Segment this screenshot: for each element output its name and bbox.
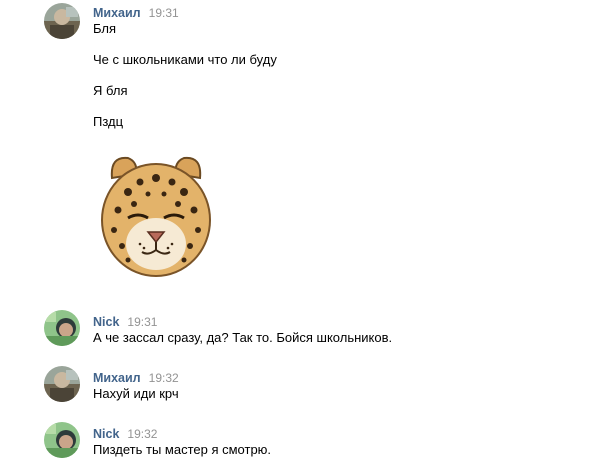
message-header: Михаил 19:32 bbox=[93, 369, 179, 385]
avatar-mikhail[interactable] bbox=[44, 366, 80, 402]
author-name[interactable]: Михаил bbox=[93, 371, 141, 385]
leopard-sticker-icon bbox=[101, 156, 211, 277]
message-header: Михаил 19:31 bbox=[93, 4, 179, 20]
message-time[interactable]: 19:31 bbox=[127, 315, 157, 329]
author-name[interactable]: Михаил bbox=[93, 6, 141, 20]
author-name[interactable]: Nick bbox=[93, 427, 119, 441]
message-time[interactable]: 19:32 bbox=[149, 371, 179, 385]
message-text: Бля bbox=[93, 21, 117, 36]
user-photo-icon bbox=[44, 366, 80, 402]
message-text: Пиздеть ты мастер я смотрю. bbox=[93, 442, 272, 457]
message-text: Пздц bbox=[93, 114, 124, 129]
message-text: Нахуй иди крч bbox=[93, 386, 179, 401]
avatar-mikhail[interactable] bbox=[44, 3, 80, 39]
user-photo-icon bbox=[44, 310, 80, 346]
message-text: А че зассал сразу, да? Так то. Бойся шко… bbox=[93, 330, 393, 345]
avatar-nick[interactable] bbox=[44, 422, 80, 458]
message-header: Nick 19:32 bbox=[93, 425, 157, 441]
message-text: Че с школьниками что ли буду bbox=[93, 52, 277, 67]
message-history: Михаил 19:31 Бля Че с школьниками что ли … bbox=[0, 0, 596, 469]
author-name[interactable]: Nick bbox=[93, 315, 119, 329]
message-time[interactable]: 19:32 bbox=[127, 427, 157, 441]
leopard-sticker[interactable] bbox=[98, 148, 214, 278]
user-photo-icon bbox=[44, 3, 80, 39]
message-text: Я бля bbox=[93, 83, 128, 98]
user-photo-icon bbox=[44, 422, 80, 458]
message-header: Nick 19:31 bbox=[93, 313, 157, 329]
avatar-nick[interactable] bbox=[44, 310, 80, 346]
message-time[interactable]: 19:31 bbox=[149, 6, 179, 20]
